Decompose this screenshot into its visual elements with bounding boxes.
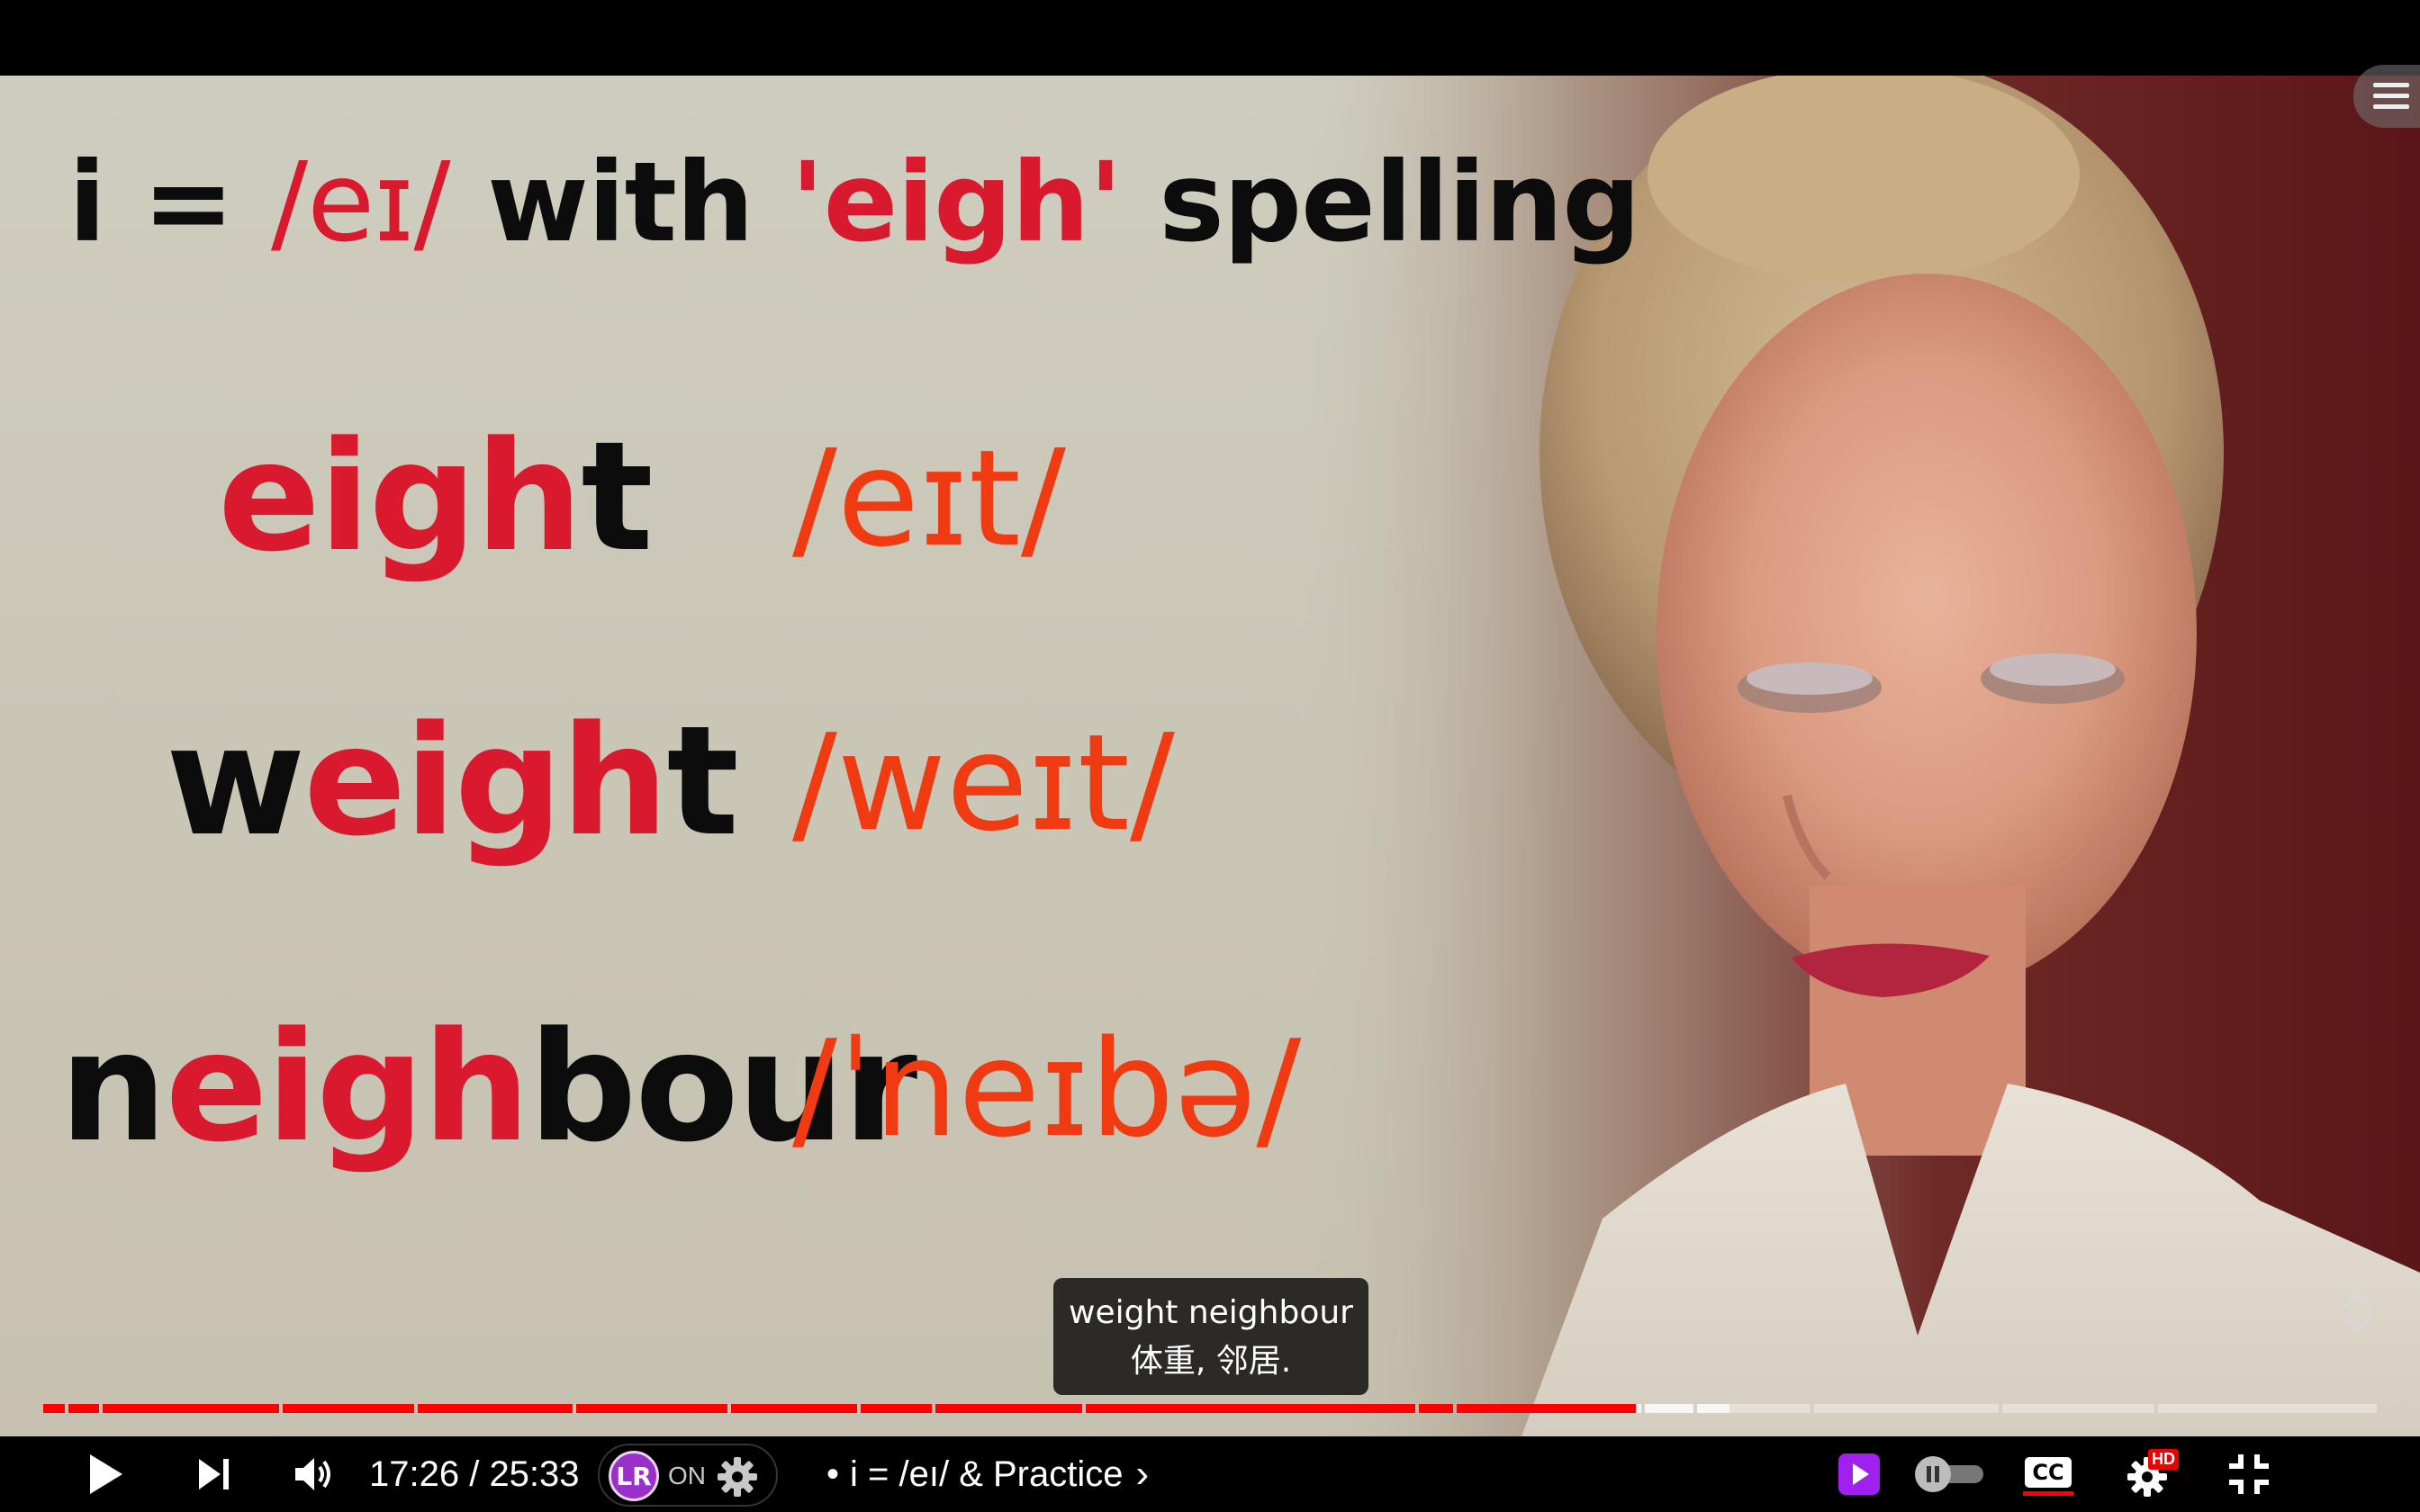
slide-title-part: with xyxy=(449,139,791,266)
example-ipa: /eɪt/ xyxy=(792,421,1066,576)
progress-chapter-segment[interactable] xyxy=(1645,1404,1693,1413)
progress-played xyxy=(418,1404,573,1413)
time-display: 17:26 / 25:33 xyxy=(369,1454,580,1494)
progress-played xyxy=(43,1404,65,1413)
example-word: neighbour xyxy=(59,1012,917,1163)
progress-played xyxy=(68,1404,99,1413)
language-reactor-logo[interactable]: LR xyxy=(609,1451,659,1501)
progress-played xyxy=(1419,1404,1453,1413)
word-highlight: eigh xyxy=(165,999,530,1175)
volume-button[interactable] xyxy=(279,1436,348,1512)
word-prefix: n xyxy=(59,999,167,1175)
word-suffix: t xyxy=(666,693,739,869)
progress-chapter-segment[interactable] xyxy=(1086,1404,1415,1413)
progress-played xyxy=(861,1404,932,1413)
hd-badge: HD xyxy=(2148,1449,2179,1470)
slide-title-ipa: /eɪ/ xyxy=(271,139,451,266)
subtitle-caption[interactable]: weight neighbour 体重, 邻居. xyxy=(1053,1278,1368,1395)
chevron-right-icon: › xyxy=(1135,1452,1150,1496)
settings-button[interactable]: HD xyxy=(2116,1436,2188,1512)
next-icon xyxy=(199,1459,229,1490)
slide-title-part: spelling xyxy=(1121,139,1640,266)
example-ipa: /weɪt/ xyxy=(792,706,1175,860)
progress-played xyxy=(731,1404,857,1413)
miniplayer-purple-play-button[interactable] xyxy=(1831,1436,1887,1512)
autoplay-toggle[interactable] xyxy=(1909,1436,1990,1512)
video-player[interactable]: i = /eɪ/ with 'eigh' spelling eight /eɪt… xyxy=(0,0,2420,1512)
progress-buffered xyxy=(1697,1404,1730,1413)
caption-line-chinese: 体重, 邻居. xyxy=(1130,1343,1292,1380)
progress-chapter-segment[interactable] xyxy=(2158,1404,2377,1413)
progress-played xyxy=(1086,1404,1415,1413)
progress-chapter-segment[interactable] xyxy=(43,1404,65,1413)
progress-chapter-segment[interactable] xyxy=(1814,1404,1999,1413)
chapter-title-button[interactable]: • i = /eı/ & Practice › xyxy=(826,1436,1149,1512)
progress-chapter-segment[interactable] xyxy=(68,1404,99,1413)
progress-played xyxy=(103,1404,279,1413)
progress-chapter-segment[interactable] xyxy=(731,1404,857,1413)
subtitles-button[interactable]: CC xyxy=(2017,1436,2080,1512)
progress-chapter-segment[interactable] xyxy=(283,1404,414,1413)
cc-label: CC xyxy=(2025,1457,2072,1488)
progress-bar[interactable] xyxy=(43,1404,2377,1413)
example-word: eight xyxy=(218,421,654,572)
play-icon xyxy=(90,1454,122,1494)
cc-icon: CC xyxy=(2023,1454,2073,1496)
slide-title: i = /eɪ/ with 'eigh' spelling xyxy=(68,148,1641,257)
word-highlight: eigh xyxy=(303,693,668,869)
exit-fullscreen-icon xyxy=(2229,1454,2269,1494)
volume-icon xyxy=(295,1458,330,1490)
progress-played xyxy=(935,1404,1082,1413)
gear-icon[interactable] xyxy=(715,1454,760,1499)
word-prefix: w xyxy=(166,693,305,869)
progress-played xyxy=(1457,1404,1636,1413)
gear-icon: HD xyxy=(2125,1449,2179,1499)
exit-fullscreen-button[interactable] xyxy=(2213,1436,2285,1512)
example-ipa: /ˈneɪbə/ xyxy=(792,1012,1302,1166)
pause-toggle-icon xyxy=(1915,1456,1983,1492)
language-reactor-status: ON xyxy=(668,1462,706,1490)
language-reactor-widget[interactable]: LR ON xyxy=(598,1444,778,1507)
slide-title-part: i = xyxy=(68,139,271,266)
example-word: weight xyxy=(166,706,739,857)
word-suffix: t xyxy=(581,409,653,585)
progress-chapter-segment[interactable] xyxy=(935,1404,1082,1413)
progress-chapter-segment[interactable] xyxy=(103,1404,279,1413)
progress-chapter-segment[interactable] xyxy=(1697,1404,1810,1413)
play-square-icon xyxy=(1838,1454,1880,1495)
hamburger-icon[interactable] xyxy=(2353,65,2420,128)
slide-title-spelling: 'eigh' xyxy=(790,139,1122,266)
presenter-image xyxy=(1522,76,2420,1436)
play-button[interactable] xyxy=(72,1436,140,1512)
expand-chevrons-icon[interactable] xyxy=(2337,1289,2377,1336)
progress-chapter-segment[interactable] xyxy=(576,1404,727,1413)
progress-chapter-segment[interactable] xyxy=(2002,1404,2154,1413)
progress-chapter-segment[interactable] xyxy=(1419,1404,1453,1413)
chapter-dot: • xyxy=(826,1454,840,1494)
progress-chapter-segment[interactable] xyxy=(1457,1404,1641,1413)
progress-played xyxy=(576,1404,727,1413)
progress-played xyxy=(283,1404,414,1413)
progress-chapter-segment[interactable] xyxy=(418,1404,573,1413)
caption-line-english: weight neighbour xyxy=(1069,1294,1353,1331)
next-button[interactable] xyxy=(180,1436,248,1512)
progress-buffered xyxy=(1645,1404,1693,1413)
progress-chapter-segment[interactable] xyxy=(861,1404,932,1413)
cc-active-indicator xyxy=(2023,1491,2073,1496)
video-frame[interactable]: i = /eɪ/ with 'eigh' spelling eight /eɪt… xyxy=(0,76,2420,1436)
chapter-title: i = /eı/ & Practice xyxy=(850,1454,1124,1494)
word-highlight: eigh xyxy=(218,409,582,585)
